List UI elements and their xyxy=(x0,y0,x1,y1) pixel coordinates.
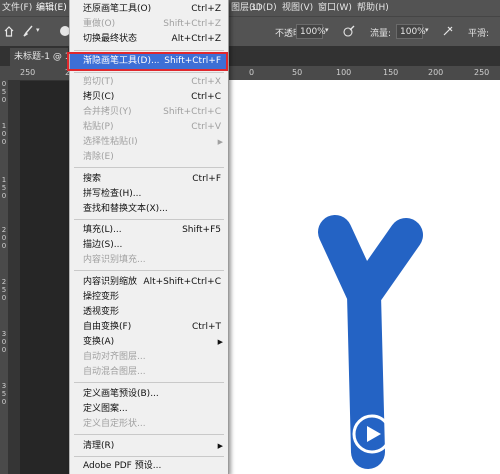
menu-separator xyxy=(74,167,224,168)
menu-item-define-custom-shape[interactable]: 定义自定形状... xyxy=(70,417,228,432)
brush-preset-dropdown-icon[interactable]: ▾ xyxy=(36,26,40,34)
ruler-v-tick: 5 xyxy=(1,88,7,96)
menu-separator xyxy=(74,456,224,457)
pressure-opacity-icon[interactable] xyxy=(343,25,355,37)
ruler-v-tick: 0 xyxy=(1,338,7,346)
menu-item-define-pattern[interactable]: 定义图案... xyxy=(70,402,228,417)
submenu-arrow-icon: ▶ xyxy=(217,442,223,450)
watermark-url: ZIXUE.3D66.COM xyxy=(396,441,457,449)
ruler-h-tick: 150 xyxy=(383,68,399,77)
opacity-input[interactable]: 100% xyxy=(296,24,326,39)
ruler-v-tick: 3 xyxy=(1,382,7,390)
menu-item-define-brush-preset[interactable]: 定义画笔预设(B)... xyxy=(70,387,228,402)
menu-item-puppet-warp[interactable]: 操控变形 xyxy=(70,290,228,305)
flow-dropdown-icon[interactable]: ▾ xyxy=(425,26,429,34)
menu-3d[interactable]: 3D(D) xyxy=(250,0,277,16)
opacity-dropdown-icon[interactable]: ▾ xyxy=(325,26,329,34)
ruler-v-tick: 1 xyxy=(1,122,7,130)
menu-item-paste[interactable]: 粘贴(P) Ctrl+V xyxy=(70,120,228,135)
menu-item-transform[interactable]: 变换(A) ▶ xyxy=(70,335,228,350)
menu-file[interactable]: 文件(F) xyxy=(2,0,32,16)
ruler-v-tick: 0 xyxy=(1,294,7,302)
menu-separator xyxy=(74,434,224,435)
ruler-h-tick: 100 xyxy=(336,68,352,77)
ruler-v-tick: 2 xyxy=(1,226,7,234)
submenu-arrow-icon: ▶ xyxy=(217,138,223,146)
document-tab[interactable]: 未标题-1 @ 1 xyxy=(10,48,68,66)
ruler-v-tick: 0 xyxy=(1,96,7,104)
menu-item-purge[interactable]: 清理(R) ▶ xyxy=(70,439,228,454)
ruler-v-tick: 5 xyxy=(1,184,7,192)
submenu-arrow-icon: ▶ xyxy=(217,338,223,346)
menu-item-copy[interactable]: 拷贝(C) Ctrl+C xyxy=(70,90,228,105)
ruler-h-tick: 250 xyxy=(474,68,490,77)
menu-separator xyxy=(74,50,224,51)
menu-item-find-replace-text[interactable]: 查找和替换文本(X)... xyxy=(70,202,228,217)
airbrush-icon[interactable] xyxy=(442,25,454,37)
menu-item-content-aware-scale[interactable]: 内容识别缩放 Alt+Shift+Ctrl+C xyxy=(70,275,228,290)
menu-item-stroke[interactable]: 描边(S)... xyxy=(70,238,228,253)
menu-item-content-aware-fill[interactable]: 内容识别填充... xyxy=(70,253,228,268)
annotation-highlight-box xyxy=(67,52,228,71)
menu-separator xyxy=(74,270,224,271)
ruler-v-tick: 1 xyxy=(1,176,7,184)
menu-item-adobe-pdf-presets[interactable]: Adobe PDF 预设... xyxy=(70,459,228,474)
ruler-h-tick: 250 xyxy=(20,68,36,77)
ruler-v-tick: 0 xyxy=(1,130,7,138)
menu-item-paste-special[interactable]: 选择性粘贴(I) ▶ xyxy=(70,135,228,150)
menu-item-cut[interactable]: 剪切(T) Ctrl+X xyxy=(70,75,228,90)
menu-window[interactable]: 窗口(W) xyxy=(318,0,352,16)
ruler-v-tick: 0 xyxy=(1,398,7,406)
menu-item-redo[interactable]: 重做(O) Shift+Ctrl+Z xyxy=(70,17,228,32)
menu-view[interactable]: 视图(V) xyxy=(282,0,313,16)
menu-item-free-transform[interactable]: 自由变换(F) Ctrl+T xyxy=(70,320,228,335)
ruler-h-tick: 50 xyxy=(292,68,303,77)
menu-item-clear[interactable]: 清除(E) xyxy=(70,150,228,165)
menu-separator xyxy=(74,219,224,220)
flow-input[interactable]: 100% xyxy=(396,24,426,39)
menu-item-auto-align-layers[interactable]: 自动对齐图层... xyxy=(70,350,228,365)
ruler-v-tick: 0 xyxy=(1,80,7,88)
home-icon[interactable] xyxy=(4,25,14,37)
ruler-v-tick: 0 xyxy=(1,234,7,242)
menu-item-fill[interactable]: 填充(L)... Shift+F5 xyxy=(70,223,228,238)
smoothing-label: 平滑: xyxy=(468,29,490,39)
menu-edit[interactable]: 编辑(E) xyxy=(36,0,67,16)
menu-item-search[interactable]: 搜索 Ctrl+F xyxy=(70,172,228,187)
ruler-v-tick: 3 xyxy=(1,330,7,338)
ruler-v-tick: 5 xyxy=(1,390,7,398)
ruler-v-tick: 5 xyxy=(1,286,7,294)
ruler-v-tick: 0 xyxy=(1,242,7,250)
menu-separator xyxy=(74,72,224,73)
menu-item-copy-merged[interactable]: 合并拷贝(Y) Shift+Ctrl+C xyxy=(70,105,228,120)
menu-item-toggle-last-state[interactable]: 切换最终状态 Alt+Ctrl+Z xyxy=(70,32,228,47)
menu-item-auto-blend-layers[interactable]: 自动混合图层... xyxy=(70,365,228,380)
menu-item-perspective-warp[interactable]: 透视变形 xyxy=(70,305,228,320)
menu-item-undo-brush[interactable]: 还原画笔工具(O) Ctrl+Z xyxy=(70,2,228,17)
pasteboard xyxy=(8,80,20,474)
vertical-ruler: 0 5 0 1 0 0 1 5 0 2 0 0 2 5 0 3 0 0 3 5 … xyxy=(0,66,8,474)
ruler-h-tick: 200 xyxy=(428,68,444,77)
ruler-v-tick: 0 xyxy=(1,192,7,200)
ruler-h-tick: 0 xyxy=(249,68,255,77)
menu-help[interactable]: 帮助(H) xyxy=(357,0,389,16)
watermark-logo-icon xyxy=(352,414,392,454)
menu-item-spell-check[interactable]: 拼写检查(H)... xyxy=(70,187,228,202)
edit-menu-dropdown: 还原画笔工具(O) Ctrl+Z 重做(O) Shift+Ctrl+Z 切换最终状态… xyxy=(69,0,229,474)
ruler-v-tick: 2 xyxy=(1,278,7,286)
menu-separator xyxy=(74,382,224,383)
ruler-v-tick: 0 xyxy=(1,346,7,354)
brush-tool-icon[interactable] xyxy=(22,25,34,37)
flow-label: 流量: xyxy=(370,29,392,39)
ruler-v-tick: 0 xyxy=(1,138,7,146)
